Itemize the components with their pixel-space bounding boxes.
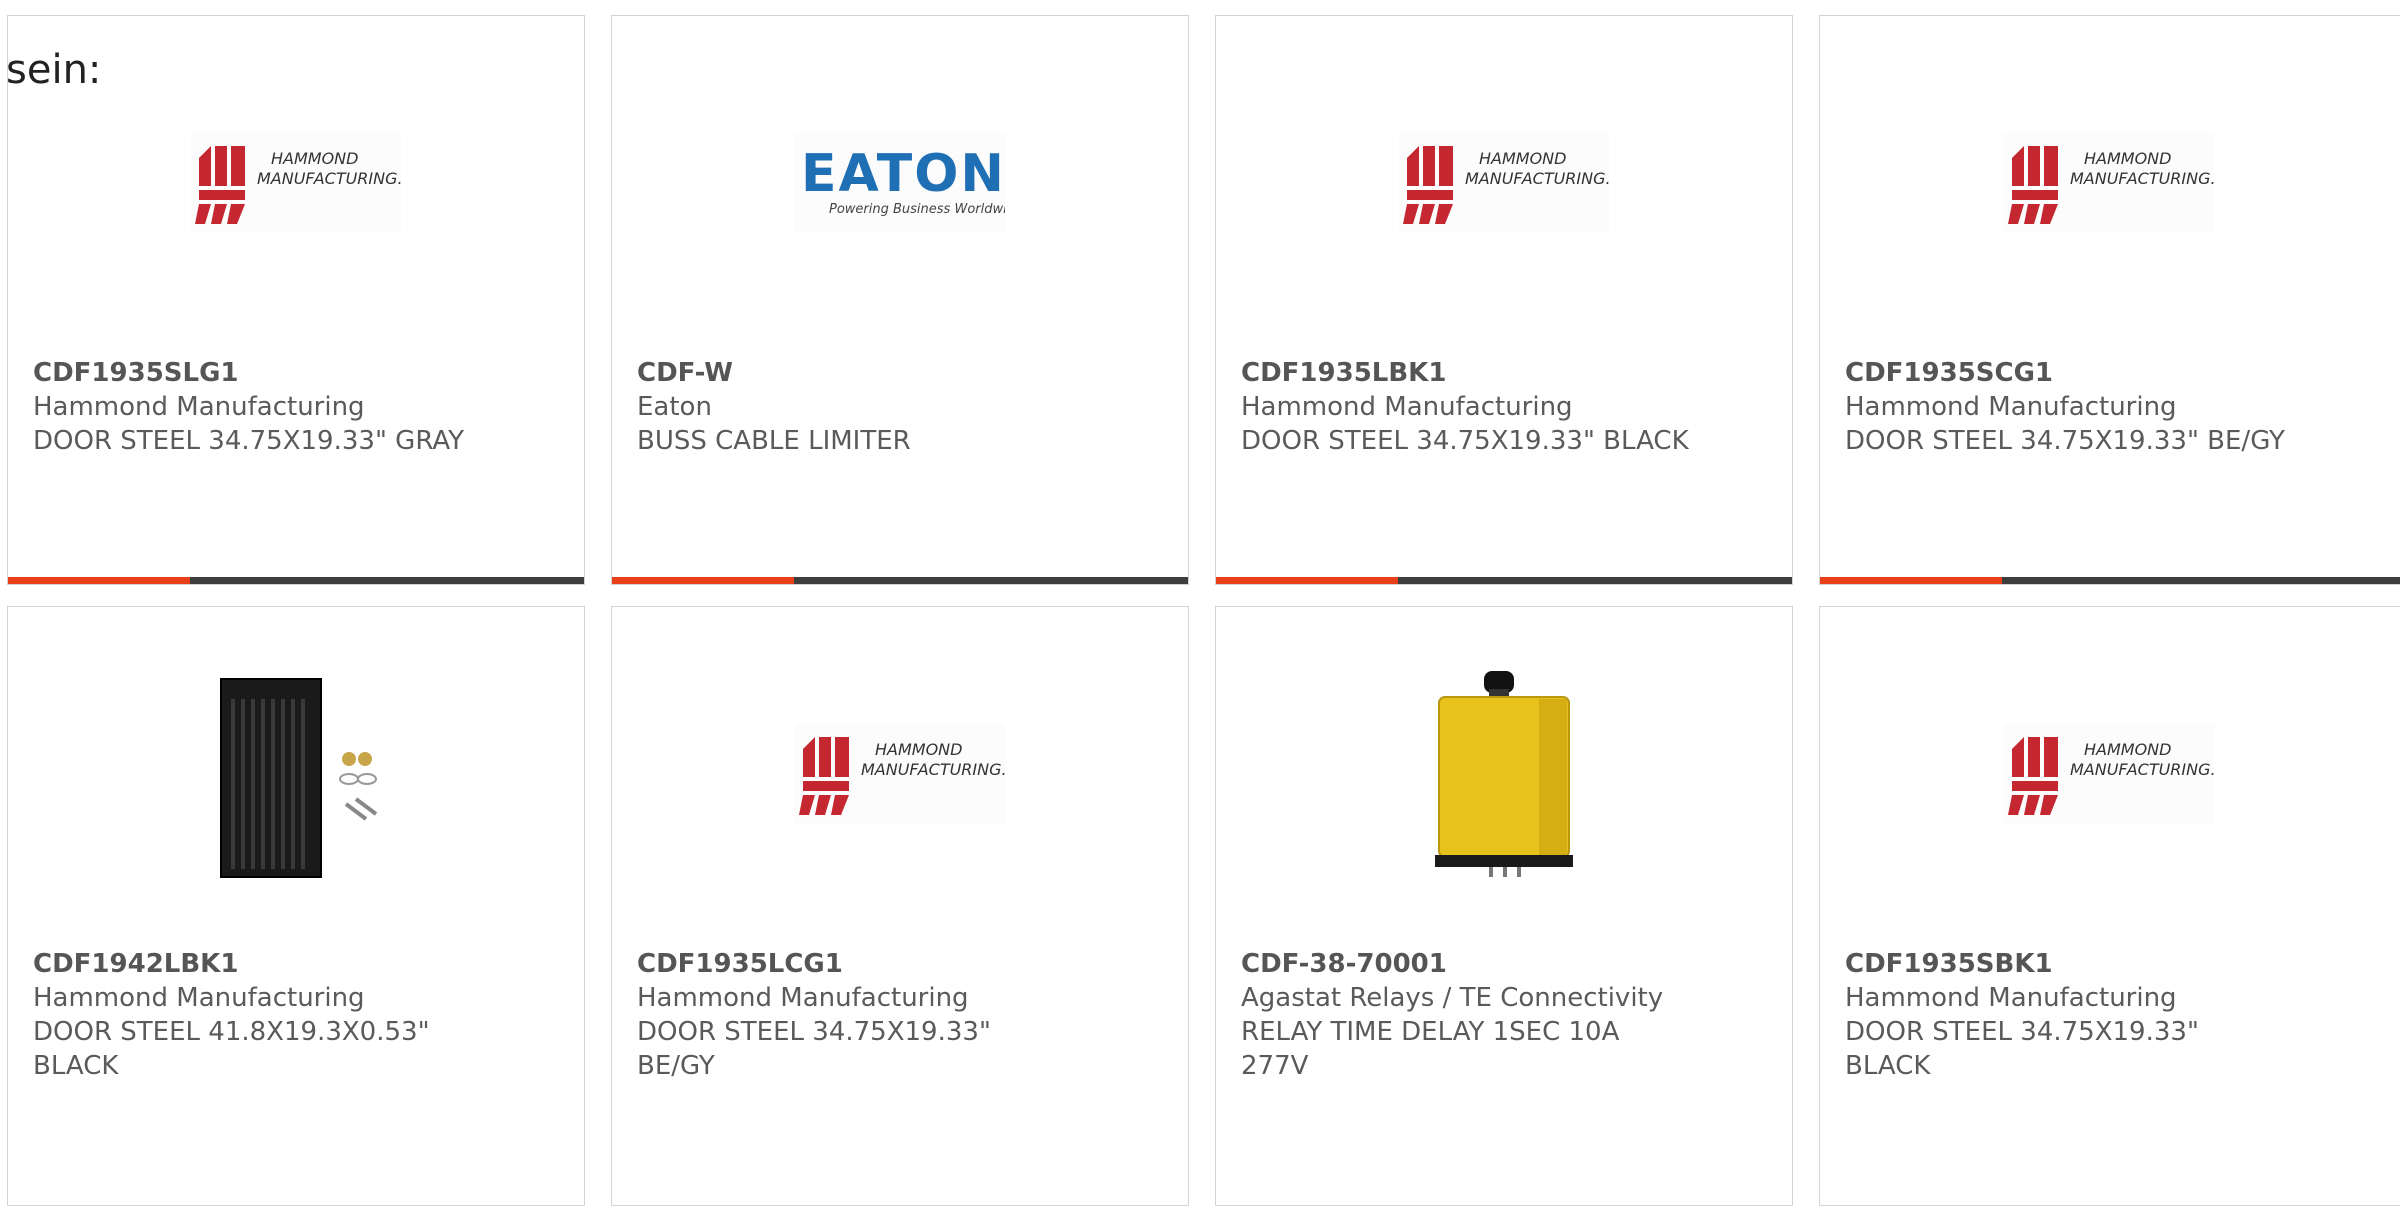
description: DOOR STEEL 34.75X19.33" BE/GY xyxy=(637,1017,991,1081)
product-image[interactable]: EATON Powering Business Worldwide xyxy=(795,78,1005,288)
product-card[interactable]: CDF-38-70001 Agastat Relays / TE Connect… xyxy=(1215,606,1793,1206)
hammond-logo: HAMMOND MANUFACTURING. xyxy=(2004,133,2214,233)
card-accent-bar xyxy=(1216,577,1792,584)
intro-text: sein: xyxy=(6,47,102,93)
eaton-logo: EATON Powering Business Worldwide xyxy=(795,133,1005,233)
hammond-logo: HAMMOND MANUFACTURING. xyxy=(2004,724,2214,824)
product-image[interactable]: HAMMOND MANUFACTURING. xyxy=(2004,78,2214,288)
part-number[interactable]: CDF1942LBK1 xyxy=(33,947,563,981)
black-door-photo xyxy=(220,678,378,878)
product-card[interactable]: HAMMOND MANUFACTURING. CDF1935SLG1 Hammo… xyxy=(7,15,585,585)
part-number[interactable]: CDF1935LBK1 xyxy=(1241,356,1771,390)
product-info: CDF1935LBK1 Hammond Manufacturing DOOR S… xyxy=(1241,356,1771,458)
product-info: CDF1935SCG1 Hammond Manufacturing DOOR S… xyxy=(1845,356,2375,458)
card-accent-bar xyxy=(1820,577,2400,584)
product-image[interactable]: HAMMOND MANUFACTURING. xyxy=(191,78,401,288)
part-number[interactable]: CDF1935LCG1 xyxy=(637,947,1167,981)
description: DOOR STEEL 34.75X19.33" GRAY xyxy=(33,426,464,456)
svg-text:MANUFACTURING.: MANUFACTURING. xyxy=(2070,169,2214,188)
part-number[interactable]: CDF1935SCG1 xyxy=(1845,356,2375,390)
svg-text:HAMMOND: HAMMOND xyxy=(875,740,962,759)
description: DOOR STEEL 34.75X19.33" BLACK xyxy=(1241,426,1689,456)
manufacturer: Hammond Manufacturing xyxy=(33,983,365,1013)
manufacturer: Hammond Manufacturing xyxy=(1241,392,1573,422)
svg-text:HAMMOND: HAMMOND xyxy=(271,149,358,168)
product-card[interactable]: CDF1942LBK1 Hammond Manufacturing DOOR S… xyxy=(7,606,585,1206)
product-info: CDF-W Eaton BUSS CABLE LIMITER xyxy=(637,356,1167,458)
description: DOOR STEEL 34.75X19.33" BLACK xyxy=(1845,1017,2199,1081)
product-card[interactable]: HAMMOND MANUFACTURING. CDF1935SCG1 Hammo… xyxy=(1819,15,2400,585)
hammond-logo: HAMMOND MANUFACTURING. xyxy=(1399,133,1609,233)
svg-text:HAMMOND: HAMMOND xyxy=(2084,740,2171,759)
part-number[interactable]: CDF1935SBK1 xyxy=(1845,947,2375,981)
product-image[interactable]: HAMMOND MANUFACTURING. xyxy=(2004,669,2214,879)
product-card[interactable]: HAMMOND MANUFACTURING. CDF1935LCG1 Hammo… xyxy=(611,606,1189,1206)
card-accent-bar xyxy=(8,577,584,584)
manufacturer: Agastat Relays / TE Connectivity xyxy=(1241,983,1664,1013)
description: DOOR STEEL 41.8X19.3X0.53" BLACK xyxy=(33,1017,430,1081)
svg-text:Powering Business Worldwide: Powering Business Worldwide xyxy=(829,202,1005,217)
manufacturer: Hammond Manufacturing xyxy=(1845,392,2177,422)
description: RELAY TIME DELAY 1SEC 10A 277V xyxy=(1241,1017,1620,1081)
part-number[interactable]: CDF1935SLG1 xyxy=(33,356,563,390)
product-info: CDF-38-70001 Agastat Relays / TE Connect… xyxy=(1241,947,1771,1083)
product-card[interactable]: HAMMOND MANUFACTURING. CDF1935LBK1 Hammo… xyxy=(1215,15,1793,585)
svg-text:HAMMOND: HAMMOND xyxy=(1479,149,1566,168)
product-info: CDF1942LBK1 Hammond Manufacturing DOOR S… xyxy=(33,947,563,1083)
product-info: CDF1935LCG1 Hammond Manufacturing DOOR S… xyxy=(637,947,1167,1083)
product-card[interactable]: EATON Powering Business Worldwide CDF-W … xyxy=(611,15,1189,585)
product-card[interactable]: HAMMOND MANUFACTURING. CDF1935SBK1 Hammo… xyxy=(1819,606,2400,1206)
product-image[interactable] xyxy=(191,669,401,879)
product-image[interactable] xyxy=(1399,669,1609,879)
product-info: CDF1935SBK1 Hammond Manufacturing DOOR S… xyxy=(1845,947,2375,1083)
manufacturer: Eaton xyxy=(637,392,712,422)
description: DOOR STEEL 34.75X19.33" BE/GY xyxy=(1845,426,2285,456)
product-grid: HAMMOND MANUFACTURING. CDF1935SLG1 Hammo… xyxy=(0,0,2400,1206)
svg-text:MANUFACTURING.: MANUFACTURING. xyxy=(257,169,401,188)
part-number[interactable]: CDF-W xyxy=(637,356,1167,390)
hammond-logo: HAMMOND MANUFACTURING. xyxy=(795,724,1005,824)
card-accent-bar xyxy=(612,577,1188,584)
svg-text:MANUFACTURING.: MANUFACTURING. xyxy=(2070,760,2214,779)
yellow-relay-photo xyxy=(1435,671,1573,877)
product-info: CDF1935SLG1 Hammond Manufacturing DOOR S… xyxy=(33,356,563,458)
manufacturer: Hammond Manufacturing xyxy=(33,392,365,422)
product-image[interactable]: HAMMOND MANUFACTURING. xyxy=(1399,78,1609,288)
svg-text:EATON: EATON xyxy=(801,144,1005,204)
manufacturer: Hammond Manufacturing xyxy=(637,983,969,1013)
product-image[interactable]: HAMMOND MANUFACTURING. xyxy=(795,669,1005,879)
part-number[interactable]: CDF-38-70001 xyxy=(1241,947,1771,981)
svg-text:HAMMOND: HAMMOND xyxy=(2084,149,2171,168)
description: BUSS CABLE LIMITER xyxy=(637,426,911,456)
hammond-logo: HAMMOND MANUFACTURING. xyxy=(191,133,401,233)
svg-text:MANUFACTURING.: MANUFACTURING. xyxy=(861,760,1005,779)
manufacturer: Hammond Manufacturing xyxy=(1845,983,2177,1013)
svg-text:MANUFACTURING.: MANUFACTURING. xyxy=(1465,169,1609,188)
